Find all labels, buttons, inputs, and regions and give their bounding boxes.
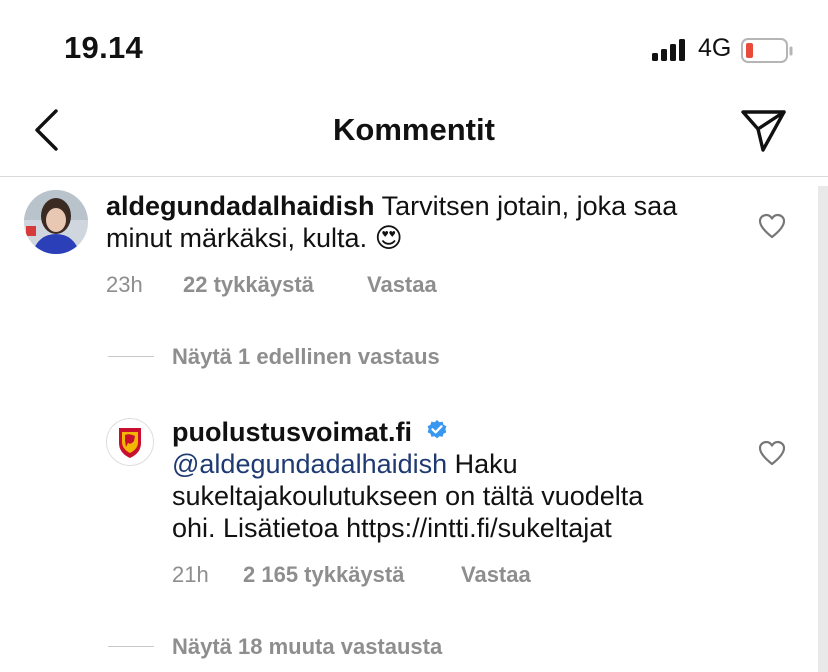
like-heart-icon[interactable] [758, 213, 786, 239]
scroll-track [818, 186, 828, 672]
direct-send-icon[interactable] [738, 106, 788, 154]
comment-text: Haku [454, 449, 518, 479]
network-type: 4G [698, 34, 732, 62]
comment-username[interactable]: aldegundadalhaidish [106, 191, 375, 221]
comment-header: puolustusvoimat.fi [172, 416, 412, 448]
battery-icon [741, 38, 793, 63]
comment-time: 21h [172, 562, 209, 587]
cellular-signal-icon [652, 39, 685, 61]
replies-divider [108, 646, 154, 647]
avatar[interactable] [106, 418, 154, 466]
view-more-replies[interactable]: Näytä 18 muuta vastausta [172, 634, 442, 660]
avatar[interactable] [24, 190, 88, 254]
comment-body: @aldegundadalhaidish Haku [172, 448, 518, 480]
comment-username[interactable]: puolustusvoimat.fi [172, 417, 412, 447]
view-previous-replies[interactable]: Näytä 1 edellinen vastaus [172, 344, 440, 370]
lion-crest-icon [119, 428, 141, 458]
header-divider [0, 176, 828, 177]
status-time: 19.14 [64, 30, 144, 65]
comment-text-line: minut märkäksi, kulta. 😍 [106, 223, 403, 253]
verified-badge-icon [427, 420, 447, 439]
mention-link[interactable]: @aldegundadalhaidish [172, 449, 447, 479]
comment-likes[interactable]: 22 tykkäystä [183, 272, 314, 298]
comment-text-line: ohi. Lisätietoa https://intti.fi/sukelta… [172, 513, 612, 543]
comment-likes[interactable]: 2 165 tykkäystä [243, 562, 404, 588]
like-heart-icon[interactable] [758, 440, 786, 466]
comment-text: Tarvitsen jotain, joka saa [381, 191, 678, 221]
profile-photo-icon [24, 190, 88, 254]
comment-time: 23h [106, 272, 143, 297]
page-title: Kommentit [333, 112, 495, 147]
reply-button[interactable]: Vastaa [461, 562, 531, 588]
reply-button[interactable]: Vastaa [367, 272, 437, 298]
comment-text-line: sukeltajakoulutukseen on tältä vuodelta [172, 481, 644, 511]
replies-divider [108, 356, 154, 357]
comment-body: aldegundadalhaidish Tarvitsen jotain, jo… [106, 190, 796, 222]
